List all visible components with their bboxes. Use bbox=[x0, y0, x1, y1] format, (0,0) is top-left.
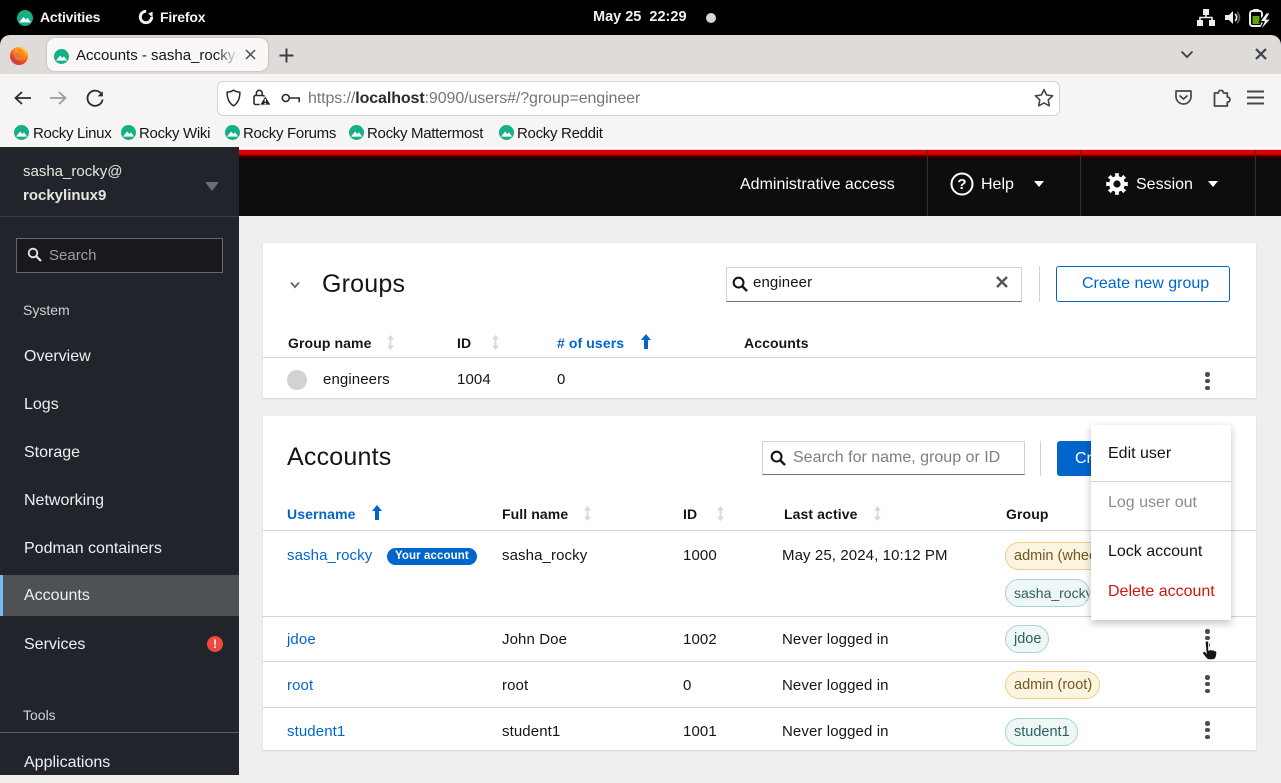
svg-text:?: ? bbox=[957, 176, 966, 193]
